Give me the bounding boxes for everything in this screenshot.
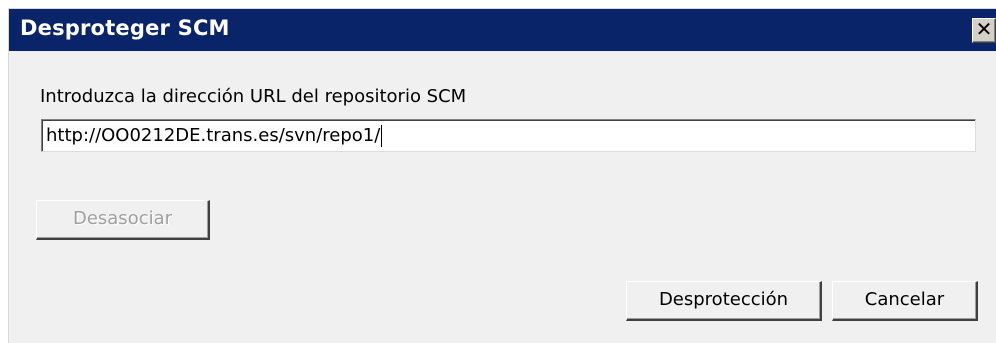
repository-url-label: Introduzca la dirección URL del reposito…: [40, 86, 467, 107]
unprotect-button[interactable]: Desprotección: [626, 281, 822, 321]
close-button[interactable]: ✕: [972, 18, 996, 43]
title-bar[interactable]: Desproteger SCM ✕: [9, 9, 996, 51]
unprotect-scm-dialog: Desproteger SCM ✕ Introduzca la direcció…: [8, 8, 996, 343]
close-icon: ✕: [975, 17, 993, 41]
repository-url-value: http://OO0212DE.trans.es/svn/repo1/: [46, 125, 381, 146]
cancel-button[interactable]: Cancelar: [832, 281, 978, 321]
dialog-title: Desproteger SCM: [20, 16, 230, 40]
disassociate-button[interactable]: Desasociar: [36, 200, 210, 240]
text-caret: [381, 125, 383, 147]
repository-url-input[interactable]: http://OO0212DE.trans.es/svn/repo1/: [41, 119, 976, 152]
